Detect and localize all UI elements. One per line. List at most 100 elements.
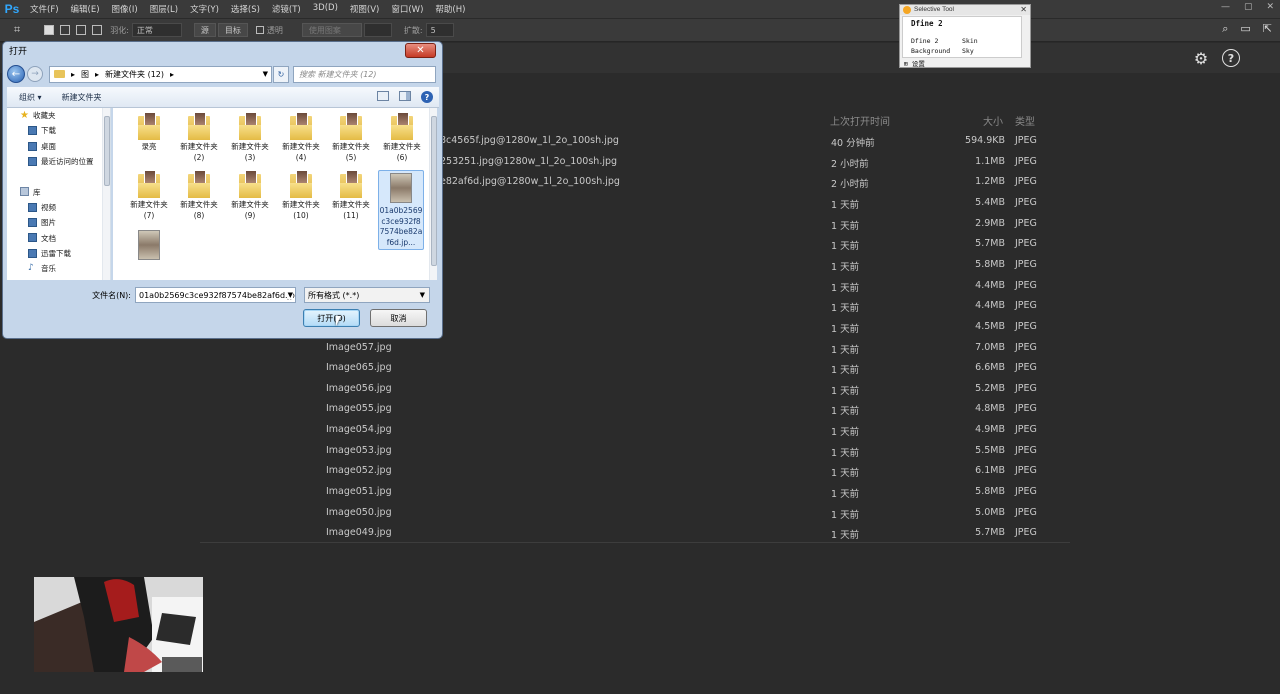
documents-icon <box>28 233 37 243</box>
folder-item[interactable]: 新建文件夹 (2) <box>176 112 222 163</box>
menu-item[interactable]: 窗口(W) <box>385 3 429 15</box>
address-bar[interactable]: ▸ 图 ▸ 新建文件夹 (12) ▸ ▼ <box>49 65 272 83</box>
file-scrollbar[interactable] <box>429 108 437 280</box>
breadcrumb-item[interactable]: 图 <box>81 69 89 80</box>
recent-file-row[interactable]: Image052.jpg 1 天前 6.1MB JPEG <box>0 461 1280 482</box>
transparent-checkbox[interactable] <box>255 26 264 34</box>
menu-item[interactable]: 选择(S) <box>225 3 266 15</box>
back-arrow-icon[interactable]: ← <box>7 65 25 83</box>
recent-file-row[interactable]: Image057.jpg 1 天前 7.0MB JPEG <box>0 338 1280 359</box>
intersect-selection-icon[interactable] <box>92 25 103 35</box>
file-type-select[interactable]: 所有格式 (*.*) ▼ <box>304 287 430 303</box>
nav-item[interactable]: 下载 <box>7 123 110 138</box>
pattern-picker[interactable] <box>363 23 392 37</box>
menu-bar: Ps 文件(F) 编辑(E) 图像(I) 图层(L) 文字(Y) 选择(S) 滤镜(T) 3D… <box>0 0 1280 18</box>
nav-item[interactable]: ♪ 音乐 <box>7 261 110 276</box>
recent-file-row[interactable]: Image051.jpg 1 天前 5.8MB JPEG <box>0 482 1280 503</box>
close-button[interactable]: ✕ <box>1266 2 1274 12</box>
menu-item[interactable]: 编辑(E) <box>65 3 106 15</box>
menu-item[interactable]: 3D(D) <box>307 3 344 15</box>
forward-arrow-icon[interactable]: → <box>27 66 43 82</box>
new-selection-icon[interactable] <box>44 25 55 35</box>
nav-item[interactable]: 视频 <box>7 200 110 215</box>
nav-item[interactable]: 库 <box>7 184 110 199</box>
folder-item[interactable]: 新建文件夹 (10) <box>278 170 324 221</box>
nav-item[interactable]: 最近访问的位置 <box>7 154 110 169</box>
folder-item[interactable]: 新建文件夹 (9) <box>227 170 273 221</box>
target-button[interactable]: 目标 <box>217 23 248 37</box>
folder-item[interactable]: 新建文件夹 (8) <box>176 170 222 221</box>
menu-item[interactable]: 图像(I) <box>106 3 144 15</box>
help-icon[interactable]: ? <box>1222 49 1240 67</box>
nav-item[interactable]: ★ 收藏夹 <box>7 108 110 123</box>
plugin-preset[interactable]: Sky <box>962 47 1013 55</box>
cancel-button[interactable]: 取消 <box>370 309 427 327</box>
organize-button[interactable]: 组织 ▾ <box>19 92 42 103</box>
file-time: 1 天前 <box>831 365 860 377</box>
use-pattern-button[interactable]: 使用图案 <box>301 23 362 37</box>
recent-file-row[interactable]: Image056.jpg 1 天前 5.2MB JPEG <box>0 379 1280 400</box>
folder-item[interactable]: 新建文件夹 (7) <box>126 170 172 221</box>
new-folder-button[interactable]: 新建文件夹 <box>62 92 102 103</box>
recent-file-row[interactable]: Image065.jpg 1 天前 6.6MB JPEG <box>0 358 1280 379</box>
folder-item[interactable]: 录亮 <box>126 112 172 153</box>
recent-file-row[interactable]: Image053.jpg 1 天前 5.5MB JPEG <box>0 441 1280 462</box>
recent-file-row[interactable]: Image049.jpg 1 天前 5.7MB JPEG <box>0 523 1280 544</box>
filename-input[interactable]: 01a0b2569c3ce932f87574be82af6d.jpg ▼ <box>135 287 296 303</box>
folder-item[interactable]: 新建文件夹 (3) <box>227 112 273 163</box>
chevron-down-icon[interactable]: ▼ <box>263 70 268 78</box>
menu-item[interactable]: 文件(F) <box>24 3 65 15</box>
share-icon[interactable]: ⇱ <box>1263 22 1272 36</box>
nav-item[interactable]: 图片 <box>7 215 110 230</box>
image-file-item[interactable]: 01a0b2569c3ce932f87574be82af6d.jp... <box>378 170 424 250</box>
menu-item[interactable]: 图层(L) <box>144 3 184 15</box>
scroll-thumb[interactable] <box>104 116 110 186</box>
mode-select[interactable]: 正常 <box>131 23 182 37</box>
help-icon[interactable]: ? <box>421 91 433 103</box>
nav-item[interactable]: 桌面 <box>7 139 110 154</box>
recent-file-row[interactable]: Image050.jpg 1 天前 5.0MB JPEG <box>0 503 1280 524</box>
folder-item[interactable]: 新建文件夹 (11) <box>328 170 374 221</box>
tool-preset-icon[interactable]: ⌗ <box>14 23 20 37</box>
minimize-button[interactable]: — <box>1221 2 1230 12</box>
star-icon: ★ <box>20 110 29 121</box>
chevron-down-icon[interactable]: ▼ <box>287 291 293 299</box>
source-button[interactable]: 源 <box>193 23 216 37</box>
subtract-selection-icon[interactable] <box>76 25 87 35</box>
spread-select[interactable]: 5 <box>425 23 454 37</box>
nav-item[interactable]: 文档 <box>7 230 110 245</box>
recent-file-row[interactable]: Image055.jpg 1 天前 4.8MB JPEG <box>0 399 1280 420</box>
gear-icon[interactable]: ⚙ <box>1192 49 1210 68</box>
plugin-preset[interactable]: Skin <box>962 37 1013 45</box>
folder-item[interactable]: 新建文件夹 (5) <box>328 112 374 163</box>
dialog-close-button[interactable]: ✕ <box>405 43 436 58</box>
plugin-name[interactable]: Dfine 2 <box>903 17 1021 30</box>
settings-link[interactable]: ⊞ 设置 <box>900 58 1030 68</box>
breadcrumb-item[interactable]: 新建文件夹 (12) <box>105 69 164 80</box>
image-file-item[interactable] <box>126 228 172 263</box>
search-icon[interactable]: ⌕ <box>1222 22 1228 36</box>
menu-item[interactable]: 滤镜(T) <box>266 3 307 15</box>
scroll-thumb[interactable] <box>431 116 437 266</box>
video-icon <box>28 202 37 212</box>
recent-file-row[interactable]: Image054.jpg 1 天前 4.9MB JPEG <box>0 420 1280 441</box>
add-selection-icon[interactable] <box>60 25 71 35</box>
view-mode-icon[interactable] <box>377 91 389 101</box>
folder-item[interactable]: 新建文件夹 (4) <box>278 112 324 163</box>
refresh-icon[interactable]: ↻ <box>273 65 289 83</box>
plugin-preset[interactable]: Dfine 2 <box>911 37 962 45</box>
open-button[interactable]: 打开(O) <box>303 309 360 327</box>
maximize-button[interactable]: ▢ <box>1244 2 1253 12</box>
folder-item[interactable]: 新建文件夹 (6) <box>379 112 425 163</box>
menu-item[interactable]: 视图(V) <box>344 3 385 15</box>
chevron-down-icon[interactable]: ▼ <box>420 291 425 299</box>
menu-item[interactable]: 帮助(H) <box>429 3 471 15</box>
workspace-icon[interactable]: ▭ <box>1240 22 1250 36</box>
close-icon[interactable]: ✕ <box>1020 5 1027 15</box>
nav-scrollbar[interactable] <box>102 108 110 280</box>
preview-pane-icon[interactable] <box>399 91 411 101</box>
nav-item[interactable]: 迅雷下载 <box>7 246 110 261</box>
plugin-preset[interactable]: Background <box>911 47 962 55</box>
menu-item[interactable]: 文字(Y) <box>184 3 225 15</box>
search-input[interactable]: 搜索 新建文件夹 (12) <box>293 65 436 83</box>
